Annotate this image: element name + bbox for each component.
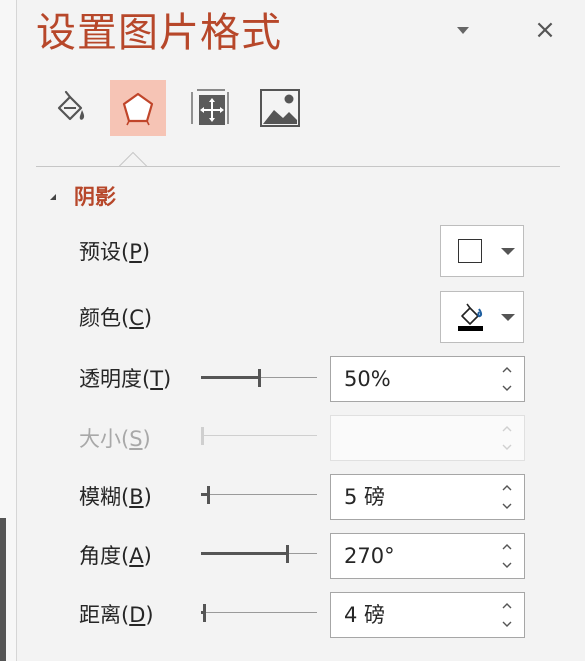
chevron-up-icon bbox=[502, 426, 512, 432]
increment-button[interactable] bbox=[500, 599, 514, 613]
paint-bucket-icon bbox=[458, 303, 483, 331]
slider-fill bbox=[201, 376, 258, 379]
slider-thumb[interactable] bbox=[286, 545, 289, 563]
scrollbar-edge bbox=[0, 518, 6, 661]
slider-thumb[interactable] bbox=[203, 604, 206, 622]
slider-thumb bbox=[201, 427, 204, 445]
tab-divider bbox=[36, 166, 560, 167]
slider-thumb[interactable] bbox=[258, 369, 261, 387]
distance-value[interactable]: 4 磅 bbox=[344, 593, 385, 637]
pentagon-icon bbox=[122, 92, 154, 126]
tab-fill-and-line[interactable] bbox=[42, 80, 98, 136]
color-label: 颜色(C) bbox=[79, 306, 153, 330]
transparency-label: 透明度(T) bbox=[79, 367, 172, 391]
close-icon: × bbox=[534, 15, 556, 45]
tab-picture[interactable] bbox=[252, 80, 308, 136]
increment-button[interactable] bbox=[500, 363, 514, 377]
increment-button[interactable] bbox=[500, 481, 514, 495]
slider-track bbox=[201, 612, 317, 613]
chevron-down-icon bbox=[502, 562, 512, 568]
preset-label: 预设(P) bbox=[79, 240, 151, 264]
shadow-preset-icon bbox=[458, 239, 482, 263]
chevron-down-icon bbox=[501, 313, 515, 321]
chevron-up-icon bbox=[502, 603, 512, 609]
distance-label: 距离(D) bbox=[79, 603, 154, 627]
distance-spinner[interactable]: 4 磅 bbox=[330, 592, 525, 638]
blur-slider[interactable] bbox=[201, 485, 317, 505]
tab-effects[interactable] bbox=[110, 80, 166, 136]
chevron-down-icon bbox=[502, 503, 512, 509]
chevron-up-icon bbox=[502, 367, 512, 373]
blur-spinner[interactable]: 5 磅 bbox=[330, 474, 525, 520]
size-slider bbox=[201, 426, 317, 446]
slider-track bbox=[201, 494, 317, 495]
angle-spinner[interactable]: 270° bbox=[330, 533, 525, 579]
collapse-triangle-icon bbox=[50, 194, 56, 200]
close-button[interactable]: × bbox=[531, 16, 559, 44]
shadow-section-header[interactable]: 阴影 bbox=[50, 182, 116, 210]
blur-value[interactable]: 5 磅 bbox=[344, 475, 385, 519]
decrement-button[interactable] bbox=[500, 499, 514, 513]
decrement-button[interactable] bbox=[500, 617, 514, 631]
chevron-up-icon bbox=[502, 485, 512, 491]
color-dropdown[interactable] bbox=[440, 291, 524, 343]
angle-label: 角度(A) bbox=[79, 544, 152, 568]
blur-label: 模糊(B) bbox=[79, 485, 152, 509]
transparency-value[interactable]: 50% bbox=[344, 357, 391, 401]
angle-slider[interactable] bbox=[201, 544, 317, 564]
distance-slider[interactable] bbox=[201, 603, 317, 623]
preset-dropdown[interactable] bbox=[440, 225, 524, 277]
chevron-down-icon bbox=[501, 247, 515, 255]
angle-value[interactable]: 270° bbox=[344, 534, 395, 578]
transparency-spinner[interactable]: 50% bbox=[330, 356, 525, 402]
chevron-down-icon bbox=[457, 26, 469, 34]
size-label: 大小(S) bbox=[79, 427, 151, 451]
pane-title: 设置图片格式 bbox=[36, 10, 282, 56]
section-title: 阴影 bbox=[74, 185, 116, 209]
tab-size-and-properties[interactable] bbox=[182, 80, 238, 136]
chevron-down-icon bbox=[502, 444, 512, 450]
pane-options-button[interactable] bbox=[451, 18, 475, 42]
transparency-slider[interactable] bbox=[201, 368, 317, 388]
increment-button[interactable] bbox=[500, 540, 514, 554]
paint-bucket-icon bbox=[57, 90, 85, 121]
chevron-down-icon bbox=[502, 385, 512, 391]
chevron-down-icon bbox=[502, 621, 512, 627]
slider-thumb[interactable] bbox=[207, 486, 210, 504]
chevron-up-icon bbox=[502, 544, 512, 550]
slider-fill bbox=[201, 552, 286, 555]
picture-icon bbox=[260, 89, 300, 127]
increment-button bbox=[500, 422, 514, 436]
size-properties-icon bbox=[191, 89, 229, 125]
decrement-button[interactable] bbox=[500, 558, 514, 572]
slider-track bbox=[201, 435, 317, 436]
decrement-button bbox=[500, 440, 514, 454]
decrement-button[interactable] bbox=[500, 381, 514, 395]
size-spinner bbox=[330, 415, 525, 461]
